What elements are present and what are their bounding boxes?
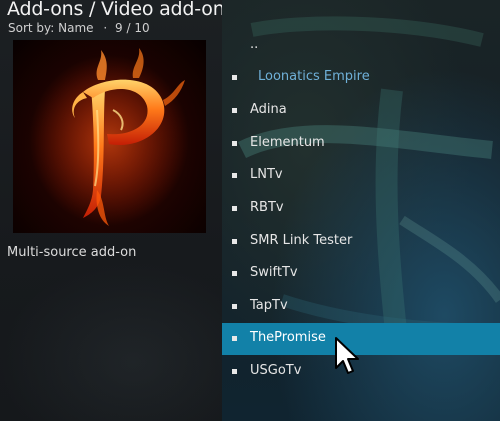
- item-position: 9 / 10: [115, 21, 150, 35]
- list-item-parent[interactable]: ..: [222, 30, 500, 62]
- mouse-pointer-icon: [335, 337, 359, 374]
- sort-separator: ·: [103, 21, 108, 35]
- list-item[interactable]: SwiftTv: [222, 258, 500, 290]
- list-item-label: Loonatics Empire: [258, 69, 370, 84]
- bullet-icon: [232, 304, 237, 309]
- bullet-icon: [232, 336, 237, 341]
- list-item-label: Adina: [250, 102, 287, 117]
- list-item-label: ..: [250, 37, 259, 52]
- list-item-label: SwiftTv: [250, 265, 298, 280]
- sort-by-label: Sort by: Name: [8, 21, 94, 35]
- bullet-icon: [232, 206, 237, 211]
- info-panel: Add-ons / Video add-ons Sort by: Name · …: [0, 0, 222, 421]
- bullet-icon: [232, 271, 237, 276]
- list-item-label: TapTv: [250, 298, 288, 313]
- list-item[interactable]: Loonatics Empire: [222, 62, 500, 94]
- flaming-letter-p-icon: [29, 48, 189, 226]
- list-item-label: Elementum: [250, 135, 325, 150]
- list-item[interactable]: SMR Link Tester: [222, 226, 500, 258]
- list-item[interactable]: TapTv: [222, 291, 500, 323]
- list-item[interactable]: Adina: [222, 95, 500, 127]
- list-item-label: LNTv: [250, 167, 283, 182]
- bullet-icon: [232, 141, 237, 146]
- bullet-icon: [232, 108, 237, 113]
- bullet-icon: [232, 239, 237, 244]
- bullet-icon: [232, 75, 237, 80]
- list-item[interactable]: LNTv: [222, 160, 500, 192]
- list-item-label: USGoTv: [250, 363, 302, 378]
- bullet-icon: [232, 369, 237, 374]
- bullet-icon: [232, 173, 237, 178]
- list-item[interactable]: RBTv: [222, 193, 500, 225]
- breadcrumb-title: Add-ons / Video add-ons: [7, 0, 222, 20]
- list-item[interactable]: Elementum: [222, 128, 500, 160]
- addon-description: Multi-source add-on: [7, 245, 137, 260]
- sort-status: Sort by: Name · 9 / 10: [8, 21, 150, 35]
- list-item-label: RBTv: [250, 200, 284, 215]
- list-item-label: SMR Link Tester: [250, 233, 353, 248]
- list-item-label: ThePromise: [250, 330, 326, 345]
- addon-thumbnail: [13, 40, 206, 233]
